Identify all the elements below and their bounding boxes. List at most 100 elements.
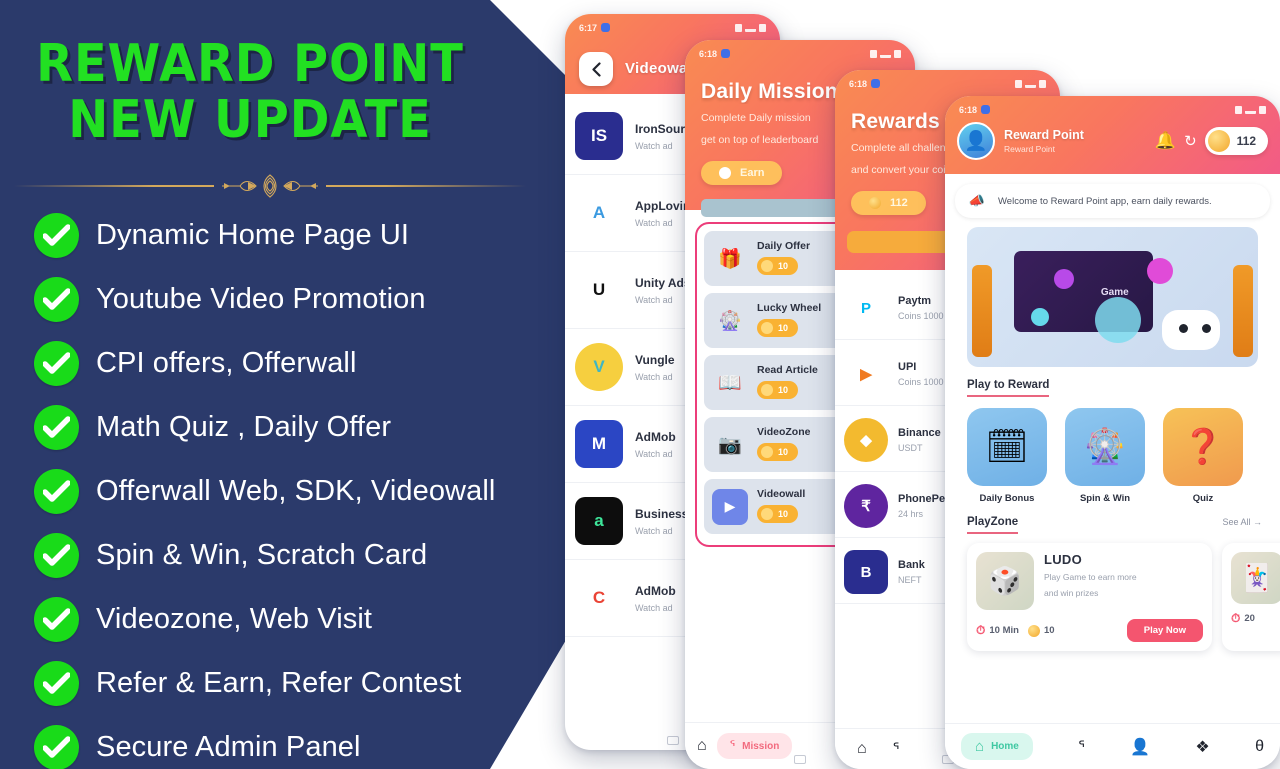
back-button[interactable] [579, 52, 613, 86]
play-reward-item[interactable]: 🎡 Spin & Win [1065, 408, 1145, 504]
list-item: CPI offers, Offerwall [34, 331, 534, 395]
snake-thumbnail-icon: 🃏 [1231, 552, 1280, 604]
feature-label: Offerwall Web, SDK, Videowall [96, 475, 496, 507]
gesture-bar [666, 736, 679, 745]
applovin-logo-icon: A [575, 189, 623, 237]
coin-balance[interactable]: 112 [1204, 127, 1268, 155]
avatar[interactable]: 👤 [957, 122, 995, 160]
game-coin-value: 10 [1043, 625, 1055, 636]
feature-label: Secure Admin Panel [96, 731, 361, 763]
rewards-coin-badge[interactable]: 112 [851, 191, 926, 215]
check-icon [34, 660, 79, 706]
offer-name: Vungle [635, 352, 675, 367]
feature-label: Youtube Video Promotion [96, 283, 426, 315]
status-dot-icon [601, 23, 611, 32]
status-time: 6:17 [579, 22, 598, 33]
announcement-text: Welcome to Reward Point app, earn daily … [998, 195, 1212, 207]
wifi-icon [735, 23, 742, 32]
coin-icon [761, 508, 773, 520]
mission-name: Read Article [757, 364, 818, 376]
check-icon [34, 532, 79, 578]
game-timer-value: 10 Min [989, 625, 1019, 636]
see-all-link[interactable]: See All → [1222, 517, 1262, 527]
battery-icon [1259, 105, 1266, 114]
list-item: Dynamic Home Page UI [34, 203, 534, 267]
feature-label: Videozone, Web Visit [96, 603, 373, 635]
spin-win-icon: 🎡 [1065, 408, 1145, 486]
phone-reward-point-home: 6:18 👤 Reward Point Reward Point 🔔 ↻ 112… [945, 96, 1280, 769]
mission-coin-badge: 10 [757, 257, 799, 275]
payout-name: UPI [898, 361, 917, 373]
offer-name: Unity Ads [635, 275, 691, 290]
battery-icon [759, 23, 766, 32]
mission-name: Lucky Wheel [757, 302, 822, 314]
mission-coin-value: 10 [778, 323, 789, 333]
promo-banner-image[interactable]: Game [967, 227, 1258, 367]
trophy-icon[interactable]: ᕐ [1078, 737, 1085, 757]
trophy-icon[interactable]: ᕐ [893, 739, 900, 759]
bottom-nav: ⌂ Home ᕐ 👤 ❖ θ [945, 723, 1280, 769]
earn-button[interactable]: Earn [701, 161, 783, 185]
home-icon[interactable]: ⌂ [697, 737, 707, 755]
payout-sub: Coins 1000 [898, 311, 944, 321]
list-item: Math Quiz , Daily Offer [34, 395, 534, 459]
phone-mockups: 6:17 Videowall IS IronSource Watch ad A … [560, 0, 1280, 769]
book-icon: 📖 [718, 372, 742, 394]
phonepe-logo-icon: ₹ [844, 484, 888, 528]
section-heading-play-reward: Play to Reward [967, 379, 1050, 397]
play-reward-label: Spin & Win [1079, 493, 1131, 504]
user-name: Reward Point [1004, 128, 1084, 142]
paytm-logo-icon: P [844, 286, 888, 330]
signal-icon [1025, 79, 1036, 88]
offer-name: AdMob [635, 429, 676, 444]
payout-name: Paytm [898, 295, 932, 307]
offer-name: AppLovin [635, 198, 691, 213]
game-timer-value: 20 [1244, 613, 1255, 624]
binance-logo-icon: ◆ [844, 418, 888, 462]
vungle-logo-icon: V [575, 343, 623, 391]
status-icons [735, 23, 766, 32]
bank-logo-icon: B [844, 550, 888, 594]
check-icon [34, 724, 79, 769]
game-name: LUDO [1044, 552, 1083, 567]
unity-logo-icon: U [575, 266, 623, 314]
mission-coin-badge: 10 [757, 505, 799, 523]
status-dot-icon [981, 105, 991, 114]
status-icons [1015, 79, 1046, 88]
status-bar: 6:18 [945, 96, 1280, 118]
nav-mission-label: Mission [742, 740, 780, 752]
profile-icon[interactable]: θ [1255, 738, 1264, 756]
add-person-icon[interactable]: 👤 [1130, 737, 1150, 757]
check-icon [34, 340, 79, 386]
announcement-banner: 📣 Welcome to Reward Point app, earn dail… [955, 184, 1270, 218]
home-icon[interactable]: ⌂ [857, 740, 867, 758]
offer-sub: Watch ad [635, 525, 673, 536]
mission-coin-badge: 10 [757, 319, 799, 337]
play-reward-item[interactable]: ❓ Quiz [1163, 408, 1243, 504]
signal-icon [745, 23, 756, 32]
earn-button-label: Earn [740, 167, 765, 179]
quiz-icon: ❓ [1163, 408, 1243, 486]
battery-icon [894, 49, 901, 58]
nav-item-home[interactable]: ⌂ Home [961, 733, 1033, 760]
ironsource-logo-icon: IS [575, 112, 623, 160]
wifi-icon [870, 49, 877, 58]
game-card[interactable]: 🎲 LUDO Play Game to earn more and win pr… [967, 543, 1212, 651]
trophy-icon: ᕐ [729, 738, 736, 753]
bell-icon[interactable]: 🔔 [1155, 131, 1176, 151]
game-card[interactable]: 🃏 ⏱ 20 [1222, 543, 1280, 651]
payout-sub: Coins 1000 [898, 377, 944, 387]
coin-icon [719, 167, 731, 179]
play-reward-item[interactable]: 🗓 Daily Bonus [967, 408, 1047, 504]
play-reward-row: 🗓 Daily Bonus 🎡 Spin & Win ❓ Quiz [945, 397, 1280, 504]
payout-name: Bank [898, 559, 925, 571]
chevron-left-icon [591, 61, 601, 77]
play-now-button[interactable]: Play Now [1126, 619, 1203, 642]
list-item: Refer & Earn, Refer Contest [34, 651, 534, 715]
refresh-icon[interactable]: ↻ [1184, 132, 1197, 150]
offer-name: AdMob [635, 583, 676, 598]
wifi-icon [1235, 105, 1242, 114]
gift-icon[interactable]: ❖ [1195, 737, 1209, 757]
nav-item-mission[interactable]: ᕐ Mission [716, 733, 793, 759]
game-desc-2: and win prizes [1044, 588, 1099, 598]
